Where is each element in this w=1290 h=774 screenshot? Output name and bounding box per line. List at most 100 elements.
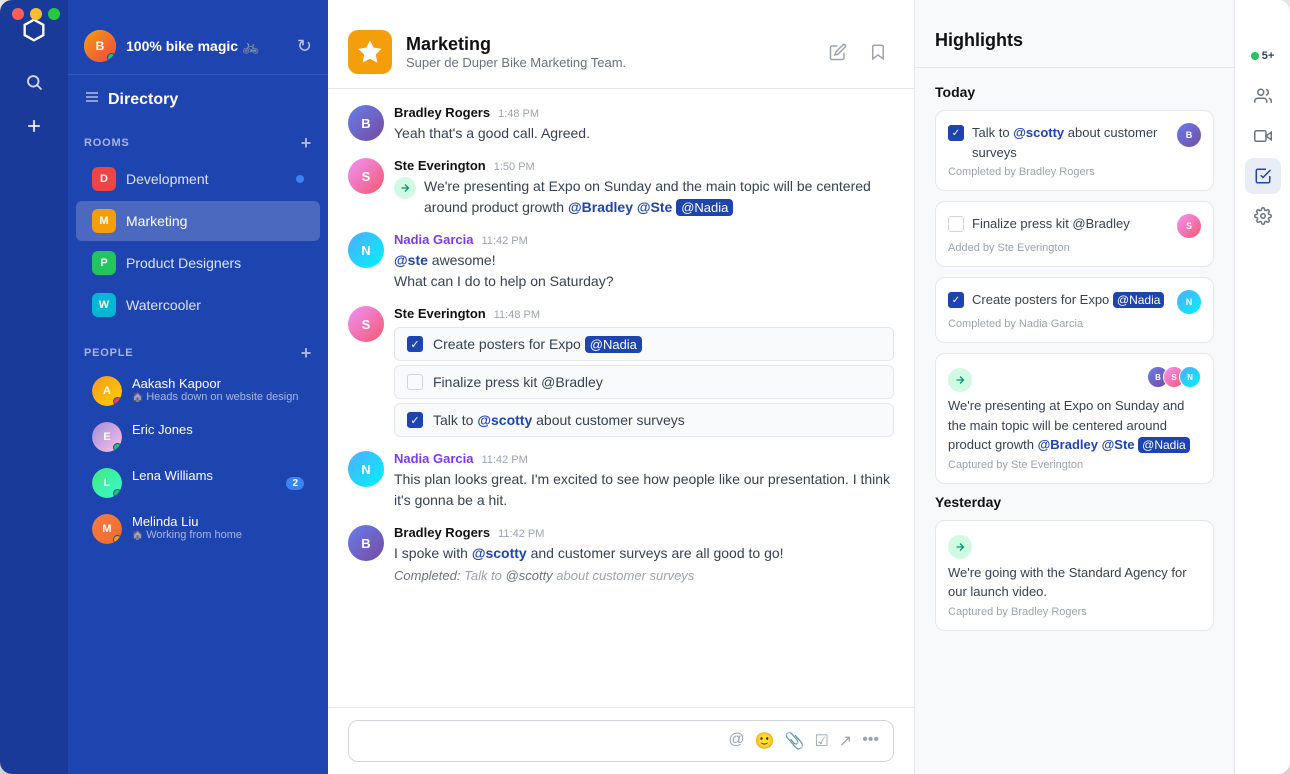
task-3-mention: @scotty: [477, 412, 532, 428]
sidebar-person-melinda[interactable]: M Melinda Liu 🏠 Working from home: [76, 507, 320, 551]
task-1-checkbox[interactable]: [407, 336, 423, 352]
aakash-name: Aakash Kapoor: [132, 376, 304, 391]
sidebar-item-watercooler[interactable]: W Watercooler: [76, 285, 320, 325]
minimize-button[interactable]: [30, 8, 42, 20]
far-right-panel: 5+: [1234, 0, 1290, 774]
eric-name: Eric Jones: [132, 422, 304, 437]
task-item-1: Create posters for Expo @Nadia: [394, 327, 894, 361]
room-desc: Super de Duper Bike Marketing Team.: [406, 55, 808, 70]
maximize-button[interactable]: [48, 8, 60, 20]
message-5-meta: Nadia Garcia 11:42 PM: [394, 451, 894, 466]
marketing-room-label: Marketing: [126, 213, 187, 229]
highlight-5-text: We're going with the Standard Agency for…: [948, 563, 1201, 602]
nadia-avatar-5: N: [348, 451, 384, 487]
message-6: B Bradley Rogers 11:42 PM I spoke with @…: [348, 525, 894, 583]
sidebar-item-product-designers[interactable]: P Product Designers: [76, 243, 320, 283]
task-3-checkbox[interactable]: [407, 412, 423, 428]
directory-label: Directory: [108, 91, 178, 109]
online-indicator: 5+: [1251, 50, 1275, 62]
task-1-mention: @Nadia: [585, 336, 642, 353]
tasks-panel-button[interactable]: [1245, 158, 1281, 194]
rooms-label: ROOMS: [84, 137, 130, 149]
message-5-text: This plan looks great. I'm excited to se…: [394, 469, 894, 511]
task-2-checkbox[interactable]: [407, 374, 423, 390]
watercooler-room-icon: W: [92, 293, 116, 317]
sidebar-person-eric[interactable]: E Eric Jones: [76, 415, 320, 459]
close-button[interactable]: [12, 8, 24, 20]
rooms-section-header: ROOMS +: [68, 124, 328, 158]
message-1-meta: Bradley Rogers 1:48 PM: [394, 105, 894, 120]
development-room-label: Development: [126, 171, 209, 187]
people-label: PEOPLE: [84, 347, 133, 359]
add-person-button[interactable]: +: [301, 344, 312, 362]
people-panel-button[interactable]: [1245, 78, 1281, 114]
highlight-card-2: Finalize press kit @Bradley S Added by S…: [935, 201, 1214, 267]
message-1: B Bradley Rogers 1:48 PM Yeah that's a g…: [348, 105, 894, 144]
attachment-input-icon[interactable]: 📎: [785, 731, 805, 751]
search-icon[interactable]: [16, 64, 52, 100]
bookmark-icon[interactable]: [862, 36, 894, 68]
message-3-text: @ste awesome! What can I do to help on S…: [394, 250, 894, 292]
main-chat: Marketing Super de Duper Bike Marketing …: [328, 0, 914, 774]
task-list: Create posters for Expo @Nadia Finalize …: [394, 327, 894, 437]
mention-ste-2: @ste: [394, 252, 428, 268]
lena-avatar: L: [92, 468, 122, 498]
highlight-2-meta: Added by Ste Everington: [948, 242, 1201, 254]
highlight-4-meta: Captured by Ste Everington: [948, 459, 1201, 471]
message-6-text: I spoke with @scotty and customer survey…: [394, 543, 894, 564]
highlight-1-checkbox[interactable]: [948, 125, 964, 141]
refresh-icon[interactable]: ↻: [297, 36, 312, 57]
sidebar-person-aakash[interactable]: A Aakash Kapoor 🏠 Heads down on website …: [76, 369, 320, 413]
highlight-5-icon: [948, 535, 972, 559]
highlight-2-checkbox[interactable]: [948, 216, 964, 232]
eric-info: Eric Jones: [132, 422, 304, 437]
highlights-content: Today Talk to @scotty about customer sur…: [915, 68, 1234, 774]
chat-input-icons: @ 🙂 📎 ☑ ↗ •••: [728, 731, 879, 751]
sidebar-person-lena[interactable]: L Lena Williams 2: [76, 461, 320, 505]
sidebar-item-development[interactable]: D Development: [76, 159, 320, 199]
highlight-card-5: We're going with the Standard Agency for…: [935, 520, 1214, 631]
emoji-input-icon[interactable]: 🙂: [755, 731, 775, 751]
edit-icon[interactable]: [822, 36, 854, 68]
eric-avatar: E: [92, 422, 122, 452]
add-button[interactable]: [16, 108, 52, 144]
video-panel-button[interactable]: [1245, 118, 1281, 154]
aakash-info: Aakash Kapoor 🏠 Heads down on website de…: [132, 376, 304, 403]
task-input-icon[interactable]: ☑: [814, 731, 828, 751]
mention-nadia: @Nadia: [676, 199, 733, 216]
message-6-meta: Bradley Rogers 11:42 PM: [394, 525, 894, 540]
bradley-avatar: B: [348, 105, 384, 141]
sidebar-item-marketing[interactable]: M Marketing: [76, 201, 320, 241]
highlight-3-checkbox[interactable]: [948, 292, 964, 308]
online-count: 5+: [1262, 50, 1275, 62]
message-5-time: 11:42 PM: [482, 454, 528, 466]
room-name: Marketing: [406, 34, 808, 55]
directory-icon: [84, 89, 100, 110]
room-icon: [348, 30, 392, 74]
yesterday-section: Yesterday: [935, 494, 1214, 510]
highlight-3-header: Create posters for Expo @Nadia N: [948, 290, 1201, 314]
message-3: N Nadia Garcia 11:42 PM @ste awesome! Wh…: [348, 232, 894, 292]
sidebar-directory[interactable]: Directory: [68, 75, 328, 124]
highlight-3-meta: Completed by Nadia Garcia: [948, 318, 1201, 330]
highlights-panel: Highlights Today Talk to @scotty about c…: [914, 0, 1234, 774]
task-item-2: Finalize press kit @Bradley: [394, 365, 894, 399]
watercooler-room-label: Watercooler: [126, 297, 201, 313]
chat-header-actions: [822, 36, 894, 68]
development-unread-dot: [296, 175, 304, 183]
aakash-avatar: A: [92, 376, 122, 406]
melinda-status: 🏠 Working from home: [132, 529, 304, 541]
message-6-time: 11:42 PM: [498, 528, 544, 540]
message-2: S Ste Everington 1:50 PM We're presentin…: [348, 158, 894, 218]
settings-panel-button[interactable]: [1245, 198, 1281, 234]
mention-input-icon[interactable]: @: [728, 731, 744, 751]
message-1-text: Yeah that's a good call. Agreed.: [394, 123, 894, 144]
message-6-completed: Completed: Talk to @scotty about custome…: [394, 568, 894, 583]
highlight-1-header: Talk to @scotty about customer surveys B: [948, 123, 1201, 162]
add-room-button[interactable]: +: [301, 134, 312, 152]
highlight-3-text: Create posters for Expo @Nadia: [972, 290, 1169, 310]
message-input[interactable]: [363, 733, 716, 749]
more-input-icon[interactable]: •••: [862, 731, 879, 751]
sling-input-icon[interactable]: ↗: [839, 731, 852, 751]
ste-avatar-2: S: [348, 158, 384, 194]
